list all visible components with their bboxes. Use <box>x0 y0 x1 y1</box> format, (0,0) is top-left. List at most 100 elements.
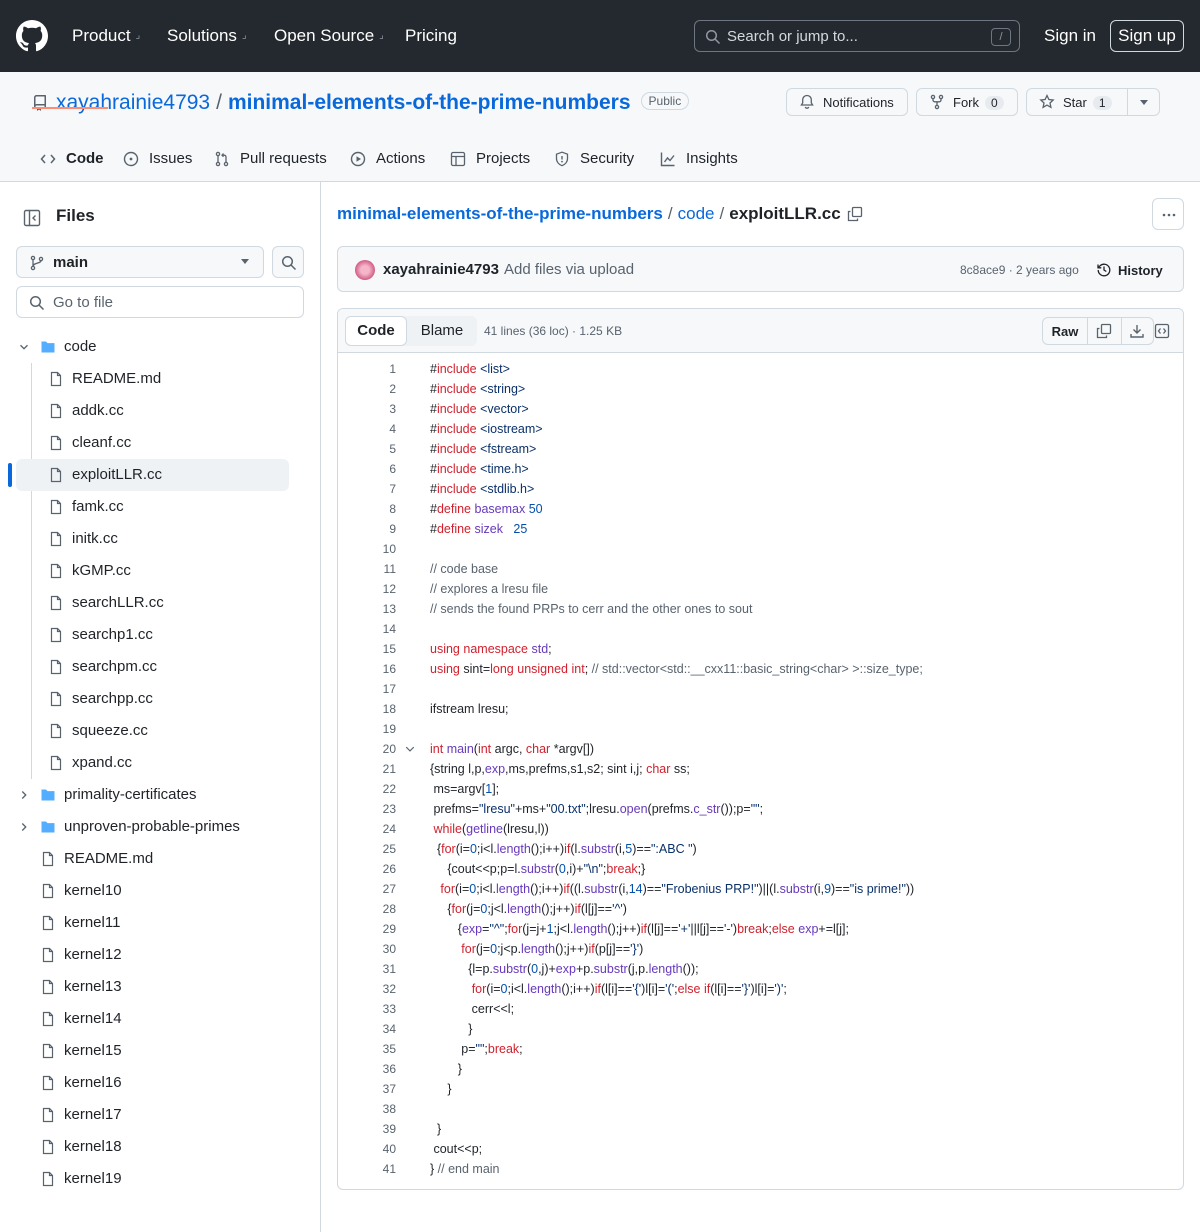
tree-file[interactable]: famk.cc <box>0 491 320 523</box>
notifications-button[interactable]: Notifications <box>786 88 908 116</box>
line-number[interactable]: 38 <box>338 1099 396 1119</box>
line-number[interactable]: 19 <box>338 719 396 739</box>
commit-author-link[interactable]: xayahrainie4793 <box>383 261 499 278</box>
tree-file[interactable]: kernel13 <box>0 971 320 1003</box>
tree-file[interactable]: searchpp.cc <box>0 683 320 715</box>
fold-chevron-icon[interactable] <box>404 743 416 755</box>
line-number[interactable]: 17 <box>338 679 396 699</box>
tree-file[interactable]: exploitLLR.cc <box>0 459 320 491</box>
line-number[interactable]: 33 <box>338 999 396 1019</box>
chevron-right-icon[interactable] <box>17 820 31 834</box>
line-number[interactable]: 3 <box>338 399 396 419</box>
avatar[interactable] <box>355 260 375 280</box>
tree-file[interactable]: squeeze.cc <box>0 715 320 747</box>
line-number[interactable]: 15 <box>338 639 396 659</box>
nav-pricing[interactable]: Pricing <box>405 26 457 46</box>
line-number[interactable]: 18 <box>338 699 396 719</box>
sign-in-link[interactable]: Sign in <box>1044 26 1096 46</box>
star-dropdown-icon[interactable] <box>1140 100 1148 105</box>
nav-product[interactable]: Product ⌟ <box>72 26 140 46</box>
line-number[interactable]: 39 <box>338 1119 396 1139</box>
line-number[interactable]: 6 <box>338 459 396 479</box>
line-number[interactable]: 8 <box>338 499 396 519</box>
tree-file[interactable]: searchLLR.cc <box>0 587 320 619</box>
tree-file[interactable]: README.md <box>0 363 320 395</box>
tree-file[interactable]: kernel15 <box>0 1035 320 1067</box>
search-input[interactable]: Search or jump to... / <box>694 20 1020 52</box>
tree-file[interactable]: kGMP.cc <box>0 555 320 587</box>
repo-name-link[interactable]: minimal-elements-of-the-prime-numbers <box>228 91 631 114</box>
star-button[interactable]: Star 1 <box>1026 88 1160 116</box>
tree-file[interactable]: cleanf.cc <box>0 427 320 459</box>
tree-file[interactable]: searchp1.cc <box>0 619 320 651</box>
line-number[interactable]: 27 <box>338 879 396 899</box>
line-number[interactable]: 11 <box>338 559 396 579</box>
line-number[interactable]: 14 <box>338 619 396 639</box>
line-number[interactable]: 37 <box>338 1079 396 1099</box>
code-view-button[interactable]: Code <box>345 316 407 346</box>
more-options-button[interactable] <box>1152 198 1184 230</box>
commit-sha-time[interactable]: 8c8ace9 · 2 years ago <box>960 263 1079 277</box>
breadcrumb-folder-link[interactable]: code <box>678 204 715 223</box>
tree-file[interactable]: addk.cc <box>0 395 320 427</box>
tree-file[interactable]: README.md <box>0 843 320 875</box>
line-number[interactable]: 20 <box>338 739 396 759</box>
line-number[interactable]: 22 <box>338 779 396 799</box>
line-number[interactable]: 9 <box>338 519 396 539</box>
tree-file[interactable]: searchpm.cc <box>0 651 320 683</box>
breadcrumb-repo-link[interactable]: minimal-elements-of-the-prime-numbers <box>337 204 663 223</box>
tree-file[interactable]: kernel17 <box>0 1099 320 1131</box>
line-number[interactable]: 16 <box>338 659 396 679</box>
chevron-right-icon[interactable] <box>17 788 31 802</box>
tree-file[interactable]: kernel10 <box>0 875 320 907</box>
tree-file[interactable]: initk.cc <box>0 523 320 555</box>
line-number[interactable]: 5 <box>338 439 396 459</box>
raw-button[interactable]: Raw <box>1043 324 1087 339</box>
fork-button[interactable]: Fork 0 <box>916 88 1018 116</box>
line-number[interactable]: 1 <box>338 359 396 379</box>
line-number[interactable]: 4 <box>338 419 396 439</box>
line-number[interactable]: 40 <box>338 1139 396 1159</box>
line-number[interactable]: 12 <box>338 579 396 599</box>
line-number[interactable]: 28 <box>338 899 396 919</box>
tree-folder[interactable]: code <box>0 331 320 363</box>
download-icon[interactable] <box>1129 323 1145 339</box>
go-to-file-input[interactable]: Go to file <box>16 286 304 318</box>
line-number[interactable]: 2 <box>338 379 396 399</box>
tree-file[interactable]: kernel11 <box>0 907 320 939</box>
tree-file[interactable]: kernel18 <box>0 1131 320 1163</box>
branch-selector[interactable]: main <box>16 246 264 278</box>
commit-message-link[interactable]: Add files via upload <box>504 261 634 278</box>
tree-file[interactable]: kernel14 <box>0 1003 320 1035</box>
chevron-down-icon[interactable] <box>17 340 31 354</box>
line-number[interactable]: 32 <box>338 979 396 999</box>
sign-up-button[interactable]: Sign up <box>1110 20 1184 52</box>
line-number[interactable]: 10 <box>338 539 396 559</box>
symbols-panel-icon[interactable] <box>1154 323 1170 339</box>
tree-file[interactable]: kernel12 <box>0 939 320 971</box>
blame-view-button[interactable]: Blame <box>407 316 477 346</box>
tree-file[interactable]: kernel16 <box>0 1067 320 1099</box>
line-number[interactable]: 13 <box>338 599 396 619</box>
tree-folder[interactable]: unproven-probable-primes <box>0 811 320 843</box>
line-number[interactable]: 23 <box>338 799 396 819</box>
line-number[interactable]: 35 <box>338 1039 396 1059</box>
copy-path-icon[interactable] <box>847 206 863 222</box>
line-number[interactable]: 26 <box>338 859 396 879</box>
tree-file[interactable]: kernel19 <box>0 1163 320 1195</box>
tree-folder[interactable]: primality-certificates <box>0 779 320 811</box>
search-files-button[interactable] <box>272 246 304 278</box>
line-number[interactable]: 30 <box>338 939 396 959</box>
line-number[interactable]: 34 <box>338 1019 396 1039</box>
line-number[interactable]: 24 <box>338 819 396 839</box>
line-number[interactable]: 25 <box>338 839 396 859</box>
line-number[interactable]: 29 <box>338 919 396 939</box>
line-number[interactable]: 41 <box>338 1159 396 1179</box>
tree-file[interactable]: xpand.cc <box>0 747 320 779</box>
copy-icon[interactable] <box>1096 323 1112 339</box>
line-number[interactable]: 7 <box>338 479 396 499</box>
nav-open-source[interactable]: Open Source ⌟ <box>274 26 384 46</box>
collapse-sidebar-icon[interactable] <box>16 202 48 234</box>
repo-owner-link[interactable]: xayahrainie4793 <box>56 91 210 114</box>
line-number[interactable]: 31 <box>338 959 396 979</box>
